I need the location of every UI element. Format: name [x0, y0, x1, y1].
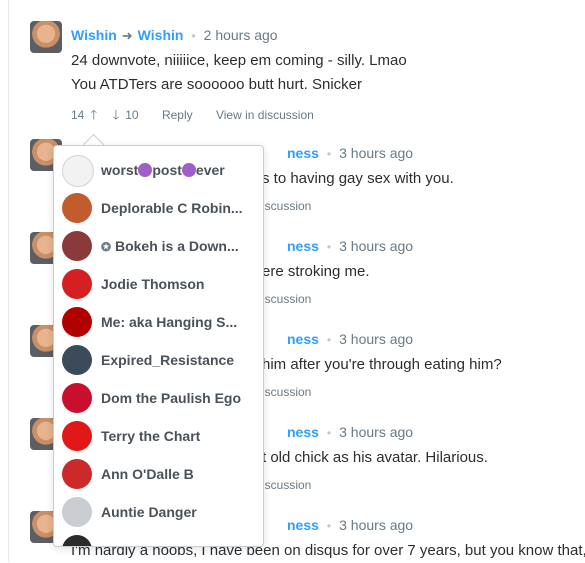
voter-item[interactable]: Me: aka Hanging S... — [62, 305, 262, 339]
author-link[interactable]: ness — [287, 331, 319, 347]
timestamp[interactable]: 3 hours ago — [339, 238, 413, 254]
author-link[interactable]: ness — [287, 238, 319, 254]
comment-header: Wishin ➜ Wishin • 2 hours ago — [71, 27, 278, 47]
separator-dot: • — [326, 519, 332, 533]
thread-rule — [8, 0, 9, 562]
comment-body: t old chick as his avatar. Hilarious. — [262, 449, 488, 466]
timestamp[interactable]: 3 hours ago — [339, 145, 413, 161]
avatar[interactable] — [30, 21, 62, 53]
separator-dot: • — [326, 426, 332, 440]
author-link[interactable]: ness — [287, 517, 319, 533]
reply-arrow-icon: ➜ — [121, 28, 133, 43]
comment-line: You ATDTers are soooooo butt hurt. Snick… — [71, 76, 362, 93]
author-link[interactable]: ness — [287, 424, 319, 440]
voter-item[interactable]: Jodie Thomson — [62, 267, 262, 301]
voter-name-part: ever — [195, 162, 225, 178]
timestamp[interactable]: 2 hours ago — [204, 27, 278, 43]
upvote-icon[interactable]: 🡑 — [90, 107, 97, 122]
devil-emoji-icon — [138, 163, 153, 177]
comment-footer: 14 🡑 🡓 10 Reply View in discussion — [71, 106, 320, 128]
view-in-discussion-link[interactable]: View in discussion — [216, 108, 314, 122]
separator-dot: • — [326, 147, 332, 161]
view-in-discussion-link[interactable]: iscussion — [262, 385, 311, 399]
comment-body: him after you're through eating him? — [262, 356, 502, 373]
voter-avatar — [62, 497, 92, 527]
downvote-icon[interactable]: 🡓 — [112, 107, 119, 122]
star-icon: ✪ — [101, 240, 112, 254]
voter-name[interactable]: ✪ Bokeh is a Down... — [101, 238, 239, 254]
voter-item[interactable]: Terry the Chart — [62, 419, 262, 453]
voter-name[interactable]: Auntie Danger — [101, 504, 197, 520]
timestamp[interactable]: 3 hours ago — [339, 517, 413, 533]
separator-dot: • — [326, 333, 332, 347]
voter-name-part: post — [152, 162, 182, 178]
voter-name[interactable]: Me: aka Hanging S... — [101, 314, 237, 330]
voter-item[interactable]: worst post ever — [62, 153, 262, 187]
voter-item[interactable]: Ann O'Dalle B — [62, 457, 262, 491]
separator-dot: • — [191, 29, 196, 43]
downvote-count[interactable]: 10 — [125, 108, 138, 122]
voter-avatar — [62, 231, 92, 261]
voter-avatar — [62, 383, 92, 413]
comment-body: 24 downvote, niiiiice, keep em coming - … — [71, 49, 407, 97]
view-in-discussion-link[interactable]: iscussion — [262, 478, 311, 492]
reply-to-link[interactable]: Wishin — [138, 27, 184, 43]
voter-avatar — [62, 307, 92, 337]
reply-button[interactable]: Reply — [162, 108, 193, 122]
voter-avatar — [62, 535, 92, 546]
voter-avatar — [62, 193, 92, 223]
timestamp[interactable]: 3 hours ago — [339, 331, 413, 347]
voter-item[interactable]: ✪ Bokeh is a Down... — [62, 229, 262, 263]
voter-item[interactable] — [62, 533, 262, 546]
comment-body: s to having gay sex with you. — [262, 170, 454, 187]
upvoters-popover: worst post ever Deplorable C Robin... ✪ Bo… — [53, 145, 264, 547]
separator-dot: • — [326, 240, 332, 254]
view-in-discussion-link[interactable]: iscussion — [262, 199, 311, 213]
voter-name[interactable]: Ann O'Dalle B — [101, 466, 194, 482]
author-link[interactable]: ness — [287, 145, 319, 161]
voter-name-text: Bokeh is a Down... — [114, 238, 239, 254]
voter-item[interactable]: Dom the Paulish Ego — [62, 381, 262, 415]
devil-emoji-icon — [181, 163, 196, 177]
voter-avatar — [62, 459, 92, 489]
voter-avatar — [62, 421, 92, 451]
voter-item[interactable]: Expired_Resistance — [62, 343, 262, 377]
voter-name[interactable]: Expired_Resistance — [101, 352, 234, 368]
voter-avatar — [62, 269, 92, 299]
voter-avatar — [62, 345, 92, 375]
voter-name[interactable]: Jodie Thomson — [101, 276, 204, 292]
comment-line: 24 downvote, niiiiice, keep em coming - … — [71, 52, 407, 69]
timestamp[interactable]: 3 hours ago — [339, 424, 413, 440]
upvote-count[interactable]: 14 — [71, 108, 84, 122]
author-link[interactable]: Wishin — [71, 27, 117, 43]
voter-item[interactable]: Auntie Danger — [62, 495, 262, 529]
voter-name-part: worst — [101, 162, 139, 178]
voter-name[interactable]: Deplorable C Robin... — [101, 200, 243, 216]
comment-wishin: Wishin ➜ Wishin • 2 hours ago 24 downvote, n… — [30, 21, 585, 131]
voter-item[interactable]: Deplorable C Robin... — [62, 191, 262, 225]
view-in-discussion-link[interactable]: iscussion — [262, 292, 311, 306]
voter-name[interactable]: Dom the Paulish Ego — [101, 390, 241, 406]
voter-name[interactable]: Terry the Chart — [101, 428, 200, 444]
voter-avatar — [62, 155, 94, 187]
voter-name[interactable]: worst post ever — [101, 162, 225, 178]
comment-body: ere stroking me. — [262, 263, 370, 280]
